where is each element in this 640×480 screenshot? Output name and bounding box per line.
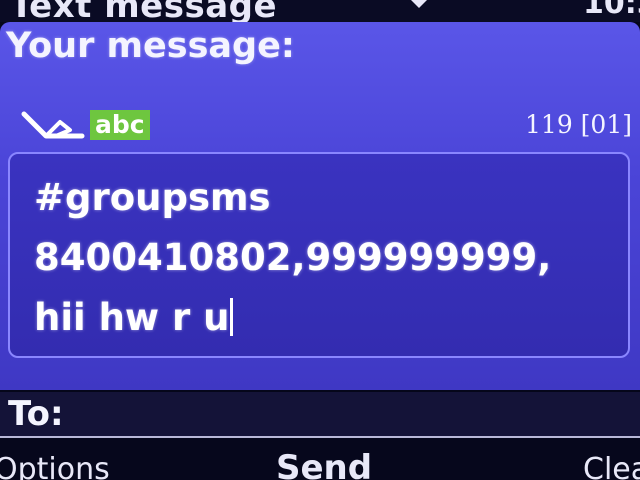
message-text-area[interactable]: #groupsms 8400410802,999999999, hii hw r… [8,152,630,358]
message-heading: Your message: [6,26,295,66]
message-line: #groupsms [34,176,271,219]
pen-icon [21,111,85,139]
softkey-bar: Options Send Clear [0,438,640,480]
envelope-icon [411,0,427,8]
status-bar: Text message 10:3 [0,0,640,22]
recipient-label: To: [8,394,64,434]
recipient-field[interactable]: To: [0,392,640,438]
character-counter: 119 [01] [525,110,632,139]
clock: 10:3 [583,0,640,21]
input-mode-badge[interactable]: abc [90,110,150,140]
text-cursor [230,298,234,336]
input-mode-row: abc 119 [01] [0,104,640,144]
options-softkey[interactable]: Options [0,452,110,480]
message-line: 8400410802,999999999, [34,236,552,279]
message-line: hii hw r u [34,296,234,339]
app-title: Text message [10,0,278,22]
clear-softkey[interactable]: Clear [583,452,640,480]
phone-screen: Text message 10:3 Your message: abc 119 … [0,0,640,480]
send-softkey[interactable]: Send [276,448,372,480]
